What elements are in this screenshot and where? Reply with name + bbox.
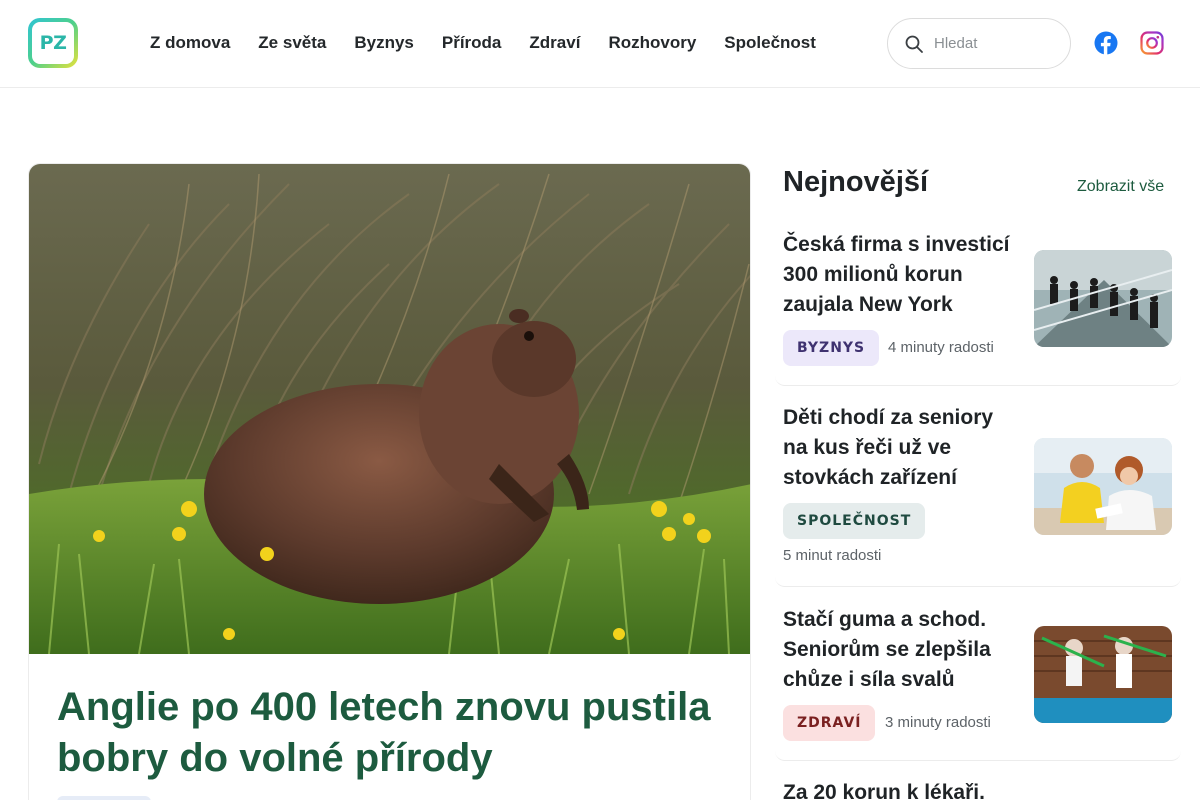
nav-spolecnost[interactable]: Společnost [724,31,816,57]
nav-z-domova[interactable]: Z domova [150,31,230,57]
instagram-icon[interactable] [1140,31,1164,55]
read-time: 5 minut radosti [783,547,882,564]
search-icon [905,35,923,53]
article-card[interactable]: Stačí guma a schod. Seniorům se zlepšila… [775,599,1181,761]
hero-title[interactable]: Anglie po 400 letech znovu pustila bobry… [57,682,717,784]
article-title[interactable]: Za 20 korun k lékaři. [783,778,1043,800]
article-thumbnail[interactable] [1034,250,1172,347]
main-nav: Z domova Ze světa Byznys Příroda Zdraví … [150,31,844,57]
article-card[interactable]: Česká firma s investicí 300 milionů koru… [775,224,1181,386]
article-title[interactable]: Česká firma s investicí 300 milionů koru… [783,230,1019,320]
article-card[interactable]: Za 20 korun k lékaři. [775,772,1181,800]
nav-ze-sveta[interactable]: Ze světa [258,31,326,57]
hero-article[interactable]: Anglie po 400 letech znovu pustila bobry… [28,163,751,800]
article-title[interactable]: Děti chodí za seniory na kus řeči už ve … [783,403,1019,493]
category-badge[interactable]: BYZNYS [783,330,880,366]
site-header: PZ Z domova Ze světa Byznys Příroda Zdra… [0,0,1200,88]
article-title[interactable]: Stačí guma a schod. Seniorům se zlepšila… [783,605,1019,695]
nav-zdravi[interactable]: Zdraví [529,31,580,57]
article-thumbnail[interactable] [1034,626,1172,723]
category-badge[interactable]: ZDRAVÍ [783,705,876,741]
article-thumbnail[interactable] [1034,438,1172,535]
site-logo[interactable]: PZ [28,18,78,68]
search-box[interactable] [887,18,1071,69]
facebook-icon[interactable] [1094,31,1118,55]
read-time: 4 minuty radosti [888,339,994,356]
logo-text: PZ [32,22,74,64]
nav-rozhovory[interactable]: Rozhovory [608,31,696,57]
latest-heading: Nejnovější [783,166,929,198]
category-badge[interactable]: SPOLEČNOST [783,503,926,539]
hero-category-badge[interactable] [57,796,151,800]
show-all-link[interactable]: Zobrazit vše [1077,178,1164,196]
hero-image[interactable] [29,164,750,654]
nav-priroda[interactable]: Příroda [442,31,502,57]
nav-byznys[interactable]: Byznys [354,31,414,57]
search-input[interactable] [934,35,1054,52]
article-card[interactable]: Děti chodí za seniory na kus řeči už ve … [775,397,1181,587]
read-time: 3 minuty radosti [885,714,991,731]
